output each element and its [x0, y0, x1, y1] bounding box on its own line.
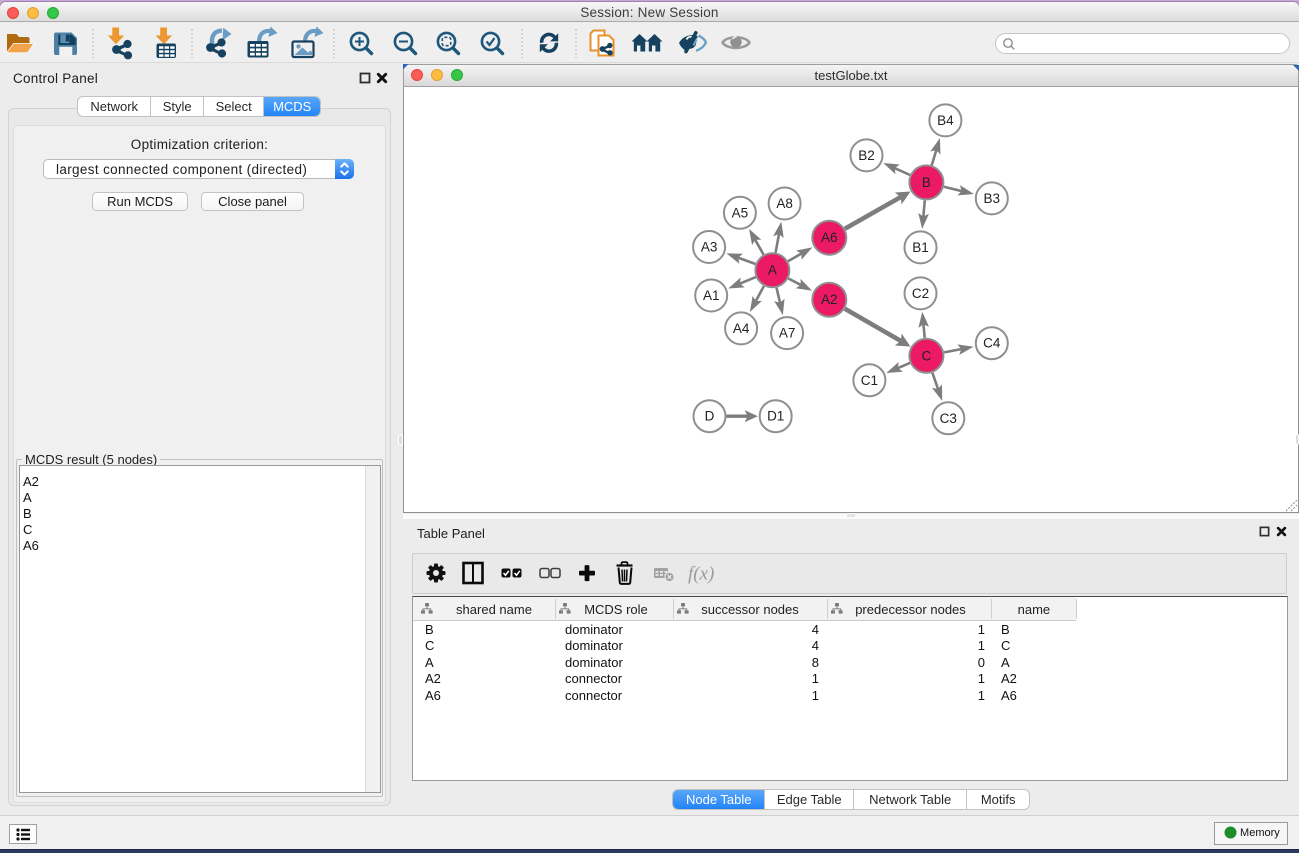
svg-text:C: C: [922, 348, 932, 363]
svg-text:A: A: [768, 263, 777, 278]
svg-text:B4: B4: [937, 113, 954, 128]
svg-text:A3: A3: [701, 240, 718, 255]
svg-text:A7: A7: [779, 326, 796, 341]
svg-text:B3: B3: [984, 191, 1001, 206]
svg-text:C1: C1: [861, 373, 878, 388]
svg-text:C2: C2: [912, 286, 929, 301]
svg-text:B: B: [922, 175, 931, 190]
svg-text:A2: A2: [821, 292, 838, 307]
svg-text:A8: A8: [776, 196, 793, 211]
svg-text:A5: A5: [732, 205, 749, 220]
svg-text:D1: D1: [767, 409, 784, 424]
svg-text:D: D: [705, 409, 715, 424]
svg-text:A1: A1: [703, 288, 720, 303]
svg-text:f(x): f(x): [688, 564, 714, 585]
svg-text:A6: A6: [821, 230, 838, 245]
svg-text:B2: B2: [858, 148, 875, 163]
svg-text:C3: C3: [940, 411, 957, 426]
svg-text:A4: A4: [733, 321, 750, 336]
svg-text:C4: C4: [983, 336, 1001, 351]
svg-text:B1: B1: [912, 240, 929, 255]
